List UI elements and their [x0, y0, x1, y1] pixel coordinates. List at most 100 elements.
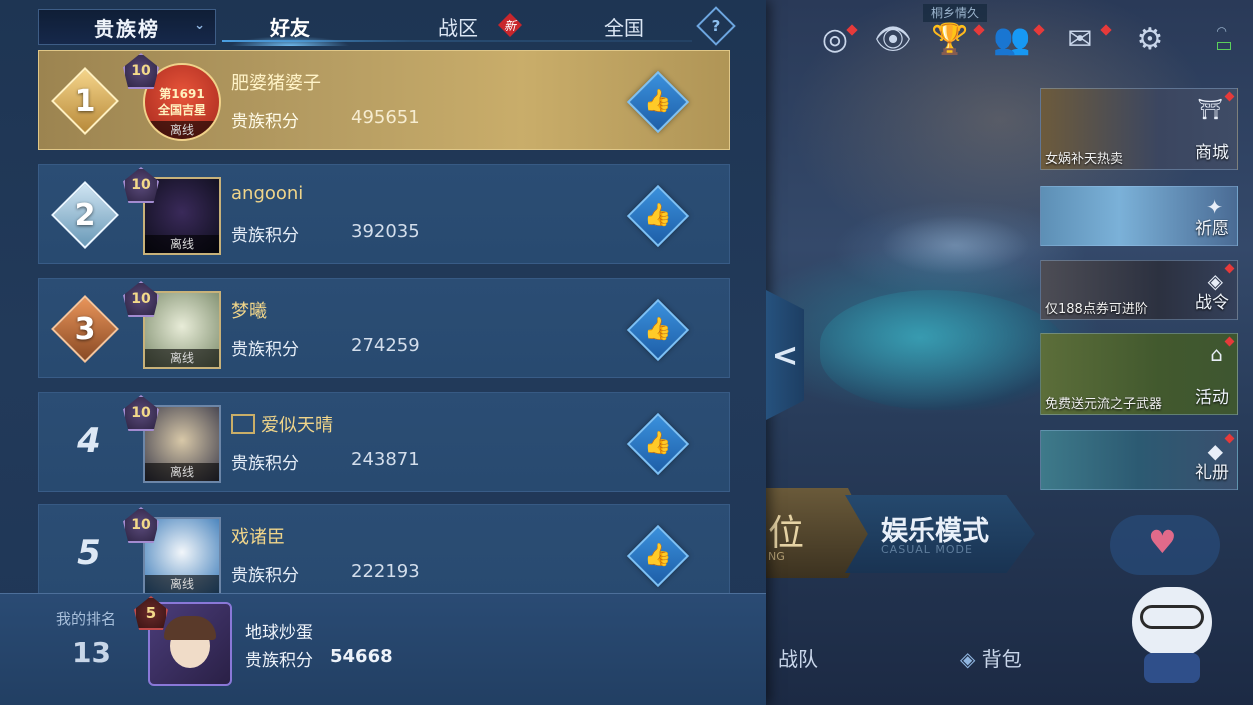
score-value: 222193	[351, 561, 420, 582]
notification-dot	[1224, 336, 1235, 347]
vip-level-badge: 10	[123, 395, 159, 431]
side-menu-battle-pass[interactable]: ◈ 仅188点券可进阶 战令	[1040, 260, 1238, 320]
online-status: 离线	[145, 121, 219, 139]
like-button[interactable]: 👍	[626, 298, 690, 362]
sky-whale-decoration	[820, 290, 1070, 410]
score-value: 495651	[351, 107, 420, 128]
floating-island-decoration	[880, 215, 1030, 275]
online-status: 离线	[145, 349, 219, 367]
my-rank-number: 13	[72, 636, 111, 669]
notification-dot	[1224, 433, 1235, 444]
leaderboard-row-3[interactable]: 3 离线 10 梦曦 贵族积分 274259 👍	[38, 278, 730, 378]
thumbs-up-icon: 👍	[644, 543, 672, 568]
network-battery-status: ◜◝	[1205, 22, 1245, 62]
collapse-panel-button[interactable]: <	[766, 290, 804, 420]
chevron-left-icon: <	[771, 336, 799, 374]
score-label: 贵族积分	[231, 340, 299, 360]
tab-friends[interactable]: 好友	[232, 8, 348, 44]
title-badge-line1: 第1691	[159, 87, 205, 101]
side-menu-caption: 女娲补天热卖	[1045, 152, 1124, 167]
my-player-name: 地球炒蛋	[245, 623, 313, 643]
vip-level-badge: 10	[123, 281, 159, 317]
profile-frame-icon	[231, 414, 255, 434]
my-ranking-bar: 我的排名 13 5 地球炒蛋 贵族积分 54668	[0, 593, 766, 705]
leaderboard-tabs: 贵族榜 ⌄ 好友 战区 新 全国 ?	[0, 0, 766, 48]
wifi-icon: ◜◝	[1217, 24, 1227, 38]
online-status: 离线	[145, 575, 219, 593]
leaderboard-row-4[interactable]: 4 离线 10 爱似天晴 贵族积分 243871 👍	[38, 392, 730, 492]
score-value: 243871	[351, 449, 420, 470]
score-label: 贵族积分	[231, 112, 299, 132]
leaderboard-row-5[interactable]: 5 离线 10 戏诸臣 贵族积分 222193 👍	[38, 504, 730, 604]
side-menu-label: 战令	[1195, 293, 1229, 313]
side-menu-events[interactable]: ⌂ 免费送元流之子武器 活动	[1040, 333, 1238, 415]
vip-level-badge: 10	[123, 53, 159, 89]
like-button[interactable]: 👍	[626, 184, 690, 248]
my-score-value: 54668	[330, 646, 393, 667]
leaderboard-panel: 贵族榜 ⌄ 好友 战区 新 全国 ? 1 第1691 全国吉星 离线 10 肥婆…	[0, 0, 766, 705]
ranked-mode-title: 位	[768, 513, 805, 554]
side-menu-caption: 免费送元流之子武器	[1045, 397, 1163, 412]
battery-icon	[1217, 42, 1231, 50]
dropdown-value: 贵族榜	[94, 16, 160, 41]
tab-national[interactable]: 全国	[576, 8, 672, 44]
help-icon[interactable]: ?	[696, 6, 736, 46]
leaderboard-type-dropdown[interactable]: 贵族榜 ⌄	[38, 9, 216, 45]
mascot-assistant[interactable]: ♥	[1110, 515, 1230, 695]
target-icon[interactable]: ◎	[815, 18, 855, 60]
top-icon-bar: ◎ 👁 🏆 👥 ✉ ⚙	[760, 18, 1190, 64]
side-menu-caption: 仅188点券可进阶	[1045, 302, 1148, 317]
rank-number: 3	[74, 311, 96, 347]
bronze-medal-icon: 3	[51, 295, 119, 363]
player-name: 爱似天晴	[261, 415, 333, 436]
rank-number: 1	[74, 83, 96, 119]
mail-icon[interactable]: ✉	[1060, 18, 1100, 60]
online-status: 离线	[145, 235, 219, 253]
team-nav-label: 战队	[778, 647, 818, 671]
side-menu-wish[interactable]: ✦ 祈愿	[1040, 186, 1238, 246]
friends-icon[interactable]: 👥	[992, 18, 1032, 60]
player-name: angooni	[231, 183, 304, 204]
mascot-glasses	[1140, 605, 1204, 629]
leaderboard-row-1[interactable]: 1 第1691 全国吉星 离线 10 肥婆猪婆子 贵族积分 495651 👍	[38, 50, 730, 150]
score-value: 274259	[351, 335, 420, 356]
like-button[interactable]: 👍	[626, 524, 690, 588]
side-menu-label: 礼册	[1195, 463, 1229, 483]
side-menu-gift-book[interactable]: ◆ 礼册	[1040, 430, 1238, 490]
thumbs-up-icon: 👍	[644, 317, 672, 342]
thumbs-up-icon: 👍	[644, 431, 672, 456]
rank-number: 2	[74, 197, 96, 233]
gift-box-icon: ⌂	[1210, 342, 1223, 366]
leaderboard-row-2[interactable]: 2 离线 10 angooni 贵族积分 392035 👍	[38, 164, 730, 264]
mascot-body	[1144, 653, 1200, 683]
score-label: 贵族积分	[231, 566, 299, 586]
rank-number: 5	[77, 533, 101, 573]
casual-mode-subtitle: CASUAL MODE	[881, 543, 973, 556]
score-label: 贵族积分	[245, 651, 313, 671]
eye-icon[interactable]: 👁	[873, 18, 913, 60]
gear-icon[interactable]: ⚙	[1130, 18, 1170, 60]
player-name-wrapper: 爱似天晴	[231, 411, 333, 437]
help-glyph: ?	[711, 17, 721, 35]
rank-number: 4	[77, 421, 101, 461]
vip-level-badge: 10	[123, 507, 159, 543]
score-label: 贵族积分	[231, 226, 299, 246]
bag-nav-label: 背包	[981, 647, 1022, 671]
chevron-down-icon: ⌄	[194, 18, 207, 33]
gold-medal-icon: 1	[51, 67, 119, 135]
side-menu-label: 活动	[1195, 388, 1229, 408]
thumbs-up-icon: 👍	[644, 203, 672, 228]
casual-mode-button[interactable]: 娱乐模式 CASUAL MODE	[845, 495, 1035, 573]
score-value: 392035	[351, 221, 420, 242]
online-status: 离线	[145, 463, 219, 481]
like-button[interactable]: 👍	[626, 412, 690, 476]
player-name: 肥婆猪婆子	[231, 73, 321, 94]
like-button[interactable]: 👍	[626, 70, 690, 134]
score-label: 贵族积分	[231, 454, 299, 474]
side-menu-shop[interactable]: ⛩ 女娲补天热卖 商城	[1040, 88, 1238, 170]
trophy-icon[interactable]: 🏆	[930, 18, 970, 60]
tab-region[interactable]: 战区	[410, 8, 506, 44]
my-rank-label: 我的排名	[56, 610, 117, 628]
team-nav-button[interactable]: 战队	[778, 643, 818, 672]
bag-nav-button[interactable]: ◈ 背包	[960, 643, 1022, 672]
